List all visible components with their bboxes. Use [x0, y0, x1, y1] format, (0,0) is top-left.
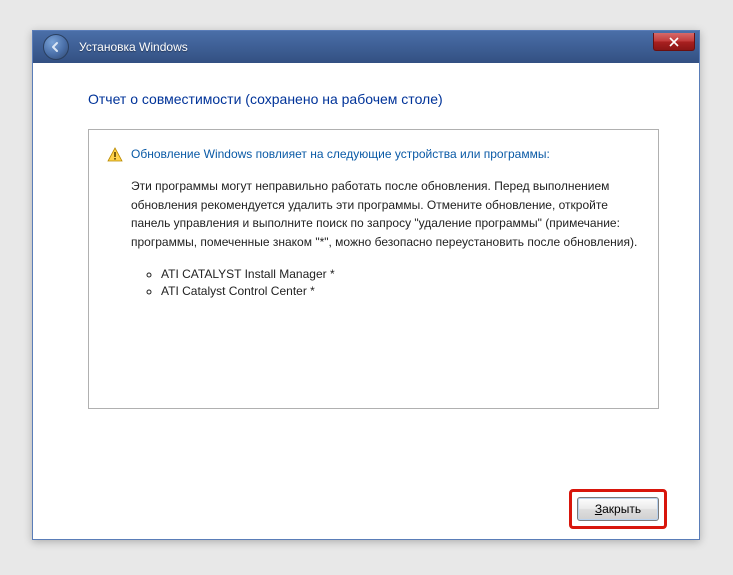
- titlebar: Установка Windows: [33, 31, 699, 63]
- close-icon: [669, 37, 679, 47]
- affected-programs-list: ATI CATALYST Install Manager * ATI Catal…: [161, 267, 640, 298]
- list-item: ATI CATALYST Install Manager *: [161, 267, 640, 281]
- warning-body: Эти программы могут неправильно работать…: [131, 177, 640, 251]
- back-button[interactable]: [43, 34, 69, 60]
- compatibility-report[interactable]: Обновление Windows повлияет на следующие…: [88, 129, 659, 409]
- close-button[interactable]: Закрыть: [577, 497, 659, 521]
- window-close-button[interactable]: [653, 33, 695, 51]
- list-item: ATI Catalyst Control Center *: [161, 284, 640, 298]
- dialog-body: Отчет о совместимости (сохранено на рабо…: [33, 63, 699, 539]
- warning-icon: [107, 147, 123, 163]
- arrow-left-icon: [50, 41, 62, 53]
- warning-header: Обновление Windows повлияет на следующие…: [107, 146, 640, 163]
- dialog-footer: Закрыть: [88, 477, 659, 521]
- window-title: Установка Windows: [79, 40, 188, 54]
- installer-window: Установка Windows Отчет о совместимости …: [32, 30, 700, 540]
- page-title: Отчет о совместимости (сохранено на рабо…: [88, 91, 659, 107]
- warning-title: Обновление Windows повлияет на следующие…: [131, 146, 550, 163]
